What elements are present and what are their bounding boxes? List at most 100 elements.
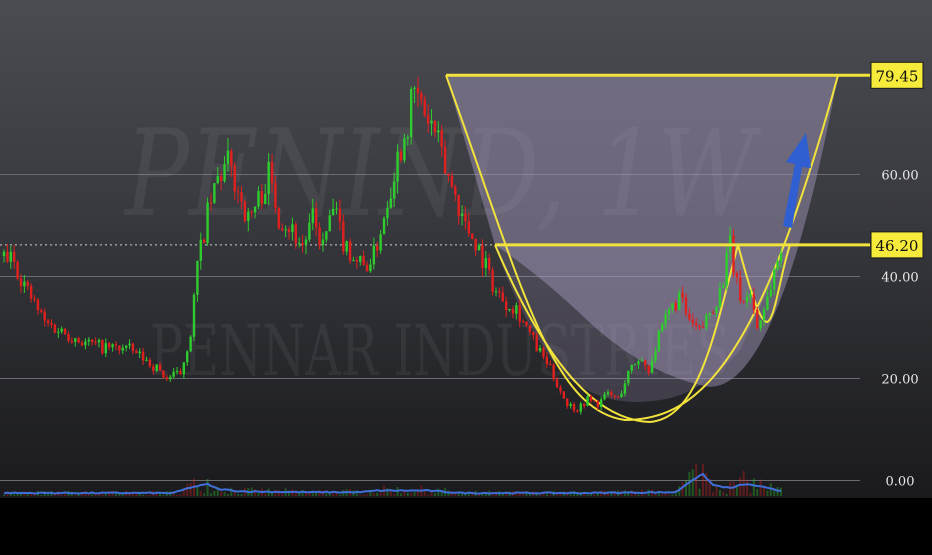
volume-bar	[691, 469, 694, 496]
candle-body	[708, 312, 711, 316]
candle-body	[165, 377, 169, 380]
candle-body	[769, 289, 773, 297]
volume-bar	[695, 463, 698, 496]
candle-body	[399, 151, 403, 161]
volume-bar	[725, 494, 728, 496]
candle-body	[654, 351, 657, 361]
candle-body	[627, 370, 630, 384]
y-tick-label: 20.00	[881, 373, 918, 388]
volume-bar	[589, 494, 592, 496]
candle-body	[555, 379, 559, 388]
candle-body	[457, 194, 460, 217]
candle-body	[162, 370, 165, 378]
volume-bar	[366, 494, 369, 496]
volume-bar	[406, 492, 409, 496]
candle-body	[610, 392, 613, 396]
candle-body	[633, 364, 637, 366]
volume-bar	[135, 493, 138, 496]
volume-bar	[637, 494, 640, 496]
candle-body	[335, 208, 338, 210]
candle-body	[91, 339, 94, 342]
candle-body	[152, 366, 155, 371]
volume-bar	[145, 495, 148, 496]
candle-body	[247, 211, 250, 221]
candle-body	[711, 312, 715, 314]
volume-bar	[756, 488, 759, 496]
candle-body	[759, 320, 762, 329]
candle-body	[420, 93, 423, 100]
candle-body	[63, 328, 67, 335]
candle-body	[735, 272, 739, 278]
volume-bar	[681, 482, 684, 496]
volume-bar	[179, 494, 182, 496]
candle-body	[460, 213, 464, 217]
candle-body	[264, 194, 267, 205]
volume-bar	[257, 493, 260, 496]
candle-body	[87, 339, 91, 342]
candle-body	[328, 215, 331, 232]
candle-body	[542, 347, 545, 357]
candle-body	[270, 161, 274, 184]
volume-bar	[661, 494, 664, 496]
candle-body	[101, 339, 104, 354]
candle-body	[250, 211, 253, 213]
candle-body	[12, 251, 16, 262]
candle-body	[511, 308, 515, 314]
candle-body	[172, 371, 175, 377]
candle-body	[365, 264, 369, 272]
candle-body	[630, 364, 633, 371]
candle-body	[698, 325, 701, 328]
chart-canvas: PENIND, 1W PENNAR INDUSTRIES 60.0040.002…	[0, 0, 932, 550]
volume-bar	[281, 493, 284, 496]
candle-body	[97, 339, 101, 343]
candle-body	[742, 300, 745, 303]
candle-body	[369, 264, 372, 272]
candle-body	[182, 362, 186, 375]
candle-body	[494, 291, 498, 293]
volume-bar	[766, 490, 769, 496]
candle-body	[664, 314, 667, 325]
volume-bar	[226, 494, 229, 496]
volume-bar	[746, 479, 749, 496]
volume-bar	[142, 494, 145, 496]
candle-body	[477, 245, 481, 251]
volume-bar	[101, 493, 104, 496]
candle-body	[67, 334, 70, 341]
candle-body	[16, 261, 19, 279]
volume-bar	[742, 470, 745, 496]
candle-body	[661, 324, 664, 331]
candle-body	[260, 191, 264, 205]
candle-body	[498, 291, 501, 293]
candle-body	[559, 387, 562, 392]
candle-body	[80, 342, 84, 346]
candle-body	[776, 261, 779, 270]
candle-body	[372, 245, 376, 265]
volume-bar	[393, 494, 396, 496]
candle-body	[43, 311, 46, 321]
candle-body	[701, 327, 705, 329]
candle-body	[694, 322, 698, 326]
volume-bar	[739, 477, 742, 496]
candle-body	[233, 165, 236, 192]
candle-body	[118, 345, 121, 351]
candle-body	[301, 243, 304, 245]
candle-body	[348, 241, 352, 261]
candle-body	[566, 398, 569, 407]
candle-body	[576, 410, 579, 412]
volume-bar	[735, 486, 738, 496]
candle-body	[481, 245, 484, 269]
volume-bar	[325, 493, 328, 496]
candle-body	[613, 395, 616, 397]
candle-body	[440, 130, 443, 147]
candle-body	[579, 403, 583, 412]
candle-body	[447, 173, 450, 177]
candle-body	[681, 292, 684, 298]
candle-body	[596, 401, 599, 408]
candle-body	[688, 313, 691, 320]
candle-body	[376, 245, 379, 251]
candle-body	[732, 235, 735, 273]
volume-bar	[701, 463, 704, 496]
candle-body	[321, 239, 325, 246]
volume-bar	[376, 492, 379, 496]
volume-bar	[13, 493, 16, 496]
